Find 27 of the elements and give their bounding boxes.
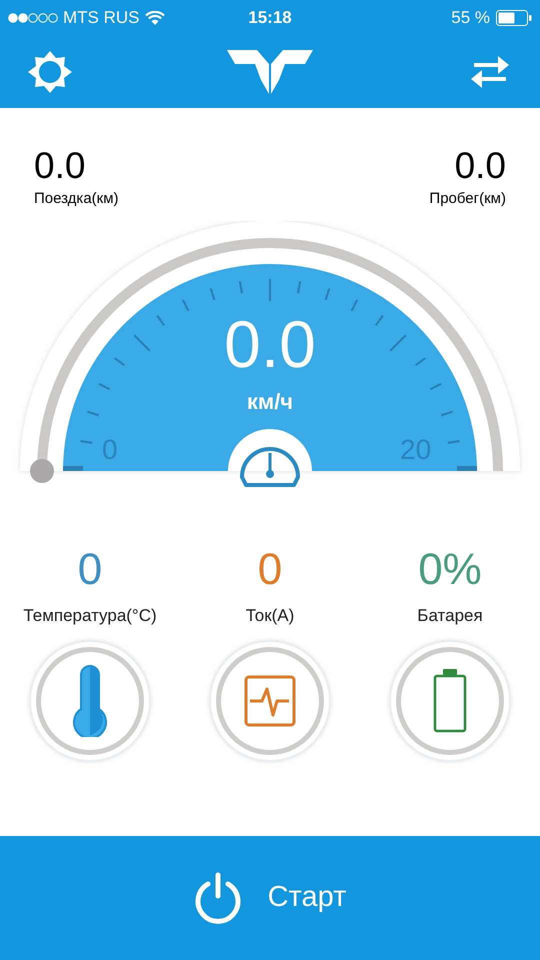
speedometer-icon	[240, 446, 300, 486]
distance-value: 0.0	[454, 144, 506, 188]
metric-label: Батарея	[417, 604, 483, 626]
metric-value: 0	[78, 544, 102, 594]
start-button[interactable]: Старт	[0, 836, 540, 960]
power-icon	[194, 872, 242, 924]
distance-value: 0.0	[34, 144, 86, 188]
metric-label: Температура(°C)	[23, 604, 157, 626]
carrier-name: MTS RUS	[63, 7, 140, 30]
speed-unit: км/ч	[246, 388, 294, 416]
wifi-icon	[144, 10, 164, 26]
pulse-icon	[244, 675, 296, 727]
clock-time: 15:18	[248, 7, 292, 30]
battery-percent: 55 %	[451, 7, 490, 30]
speed-value: 0.0	[224, 308, 316, 378]
metric-value: 0%	[418, 544, 482, 594]
battery-icon	[496, 10, 532, 26]
metric-label: Ток(А)	[246, 604, 294, 626]
metric-value: 0	[258, 544, 282, 594]
distance-label: Поездка(км)	[34, 189, 119, 209]
battery-empty-icon	[433, 669, 467, 733]
signal-icon	[8, 12, 58, 24]
distance-label: Пробег(км)	[429, 189, 506, 209]
sun-icon	[28, 51, 72, 93]
settings-button[interactable]	[28, 50, 72, 94]
thermometer-icon	[70, 665, 110, 737]
logo-icon	[227, 50, 313, 94]
